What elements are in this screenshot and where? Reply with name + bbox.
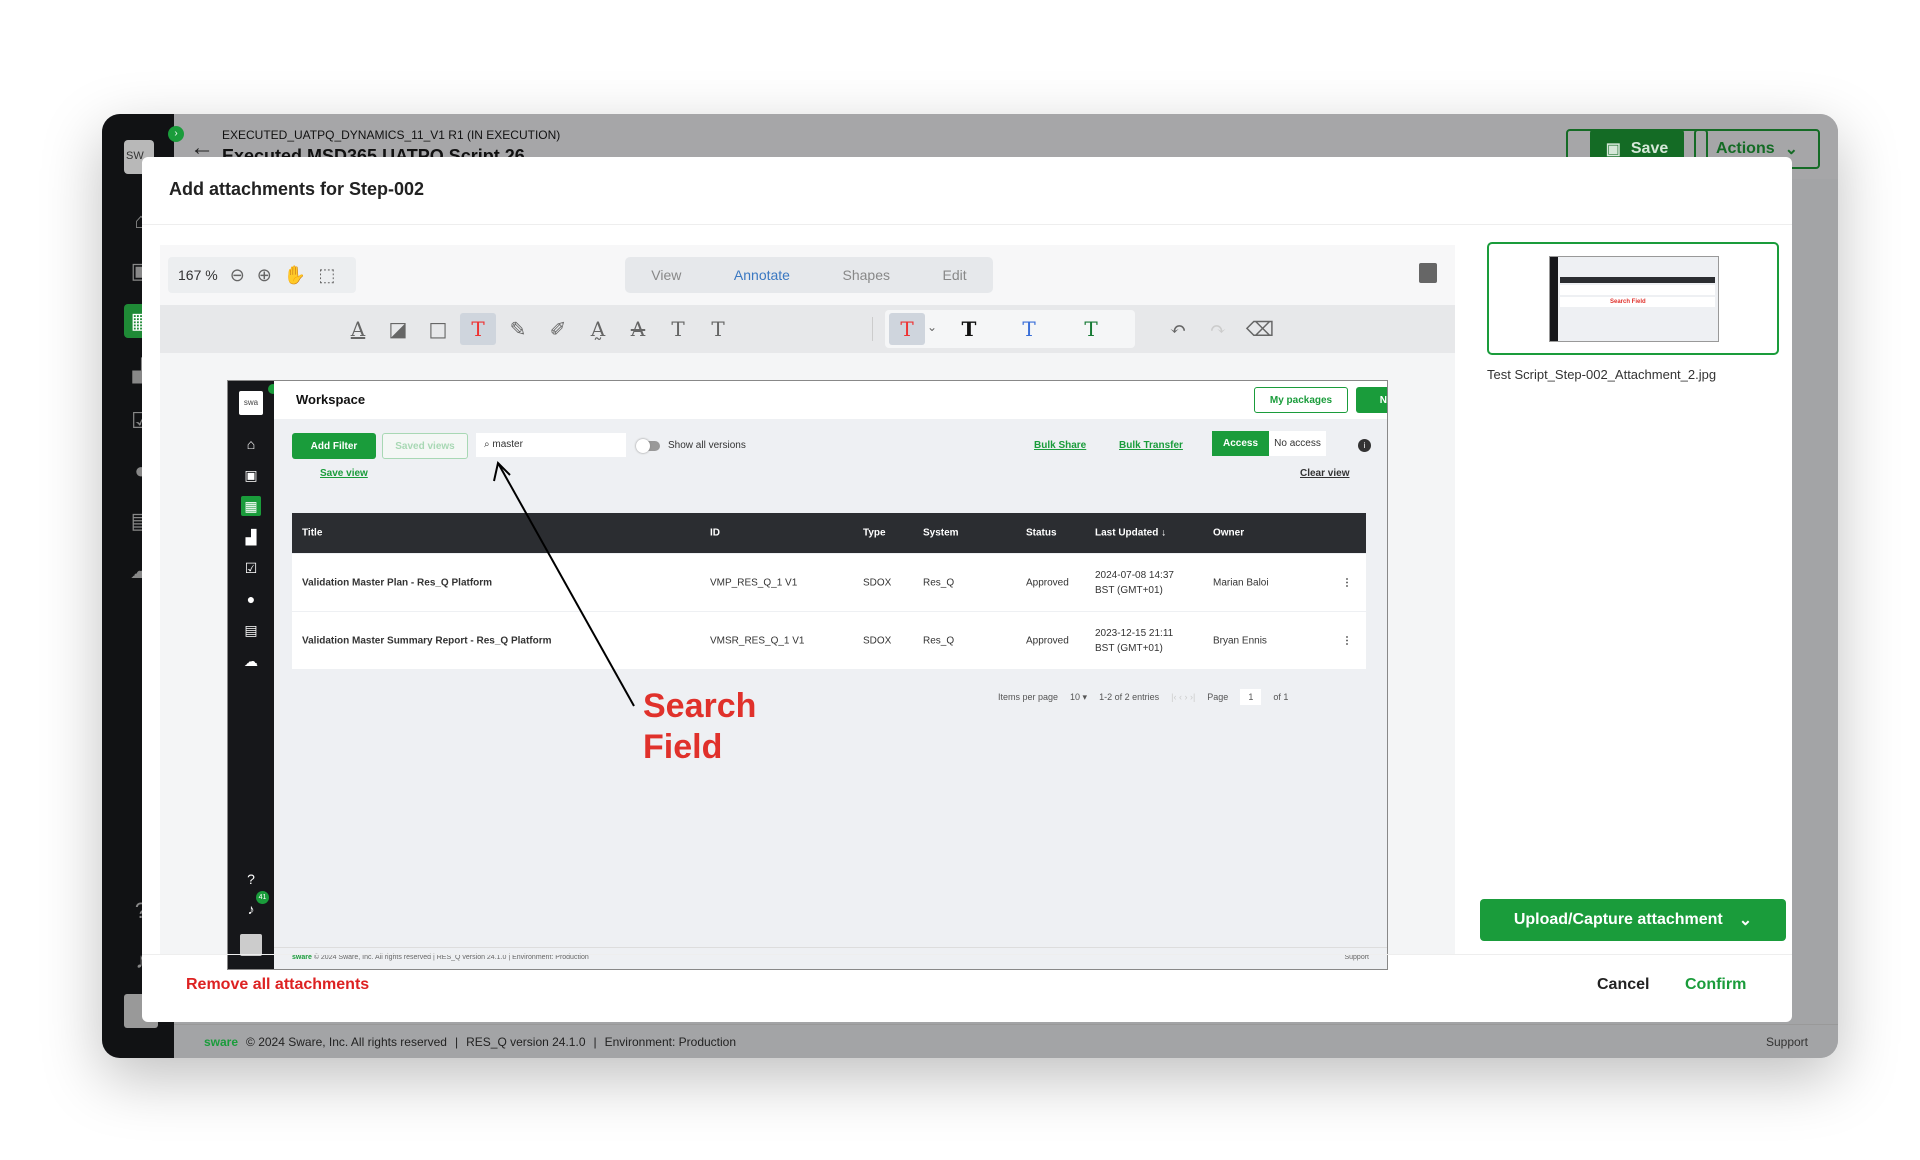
save-icon[interactable] xyxy=(1419,263,1437,283)
confirm-button[interactable]: Confirm xyxy=(1685,976,1746,994)
cancel-button[interactable]: Cancel xyxy=(1597,976,1649,994)
text-color-red-icon[interactable]: T xyxy=(889,313,925,345)
thumb-row xyxy=(1560,285,1715,295)
save-disk-icon: ▣ xyxy=(1605,141,1621,158)
marquee-select-icon[interactable]: ⬚ xyxy=(318,265,335,286)
copyright: © 2024 Sware, Inc. All rights reserved xyxy=(246,1034,447,1049)
rectangle-icon[interactable]: □ xyxy=(420,313,456,345)
document-id: EXECUTED_UATPQ_DYNAMICS_11_V1 R1 (IN EXE… xyxy=(222,128,561,142)
eraser-icon[interactable]: ⌫ xyxy=(1242,313,1278,345)
sware-logo: sware xyxy=(204,1034,239,1049)
upload-capture-button[interactable]: Upload/Capture attachment ⌄ xyxy=(1480,899,1786,941)
environment: Environment: Production xyxy=(604,1034,737,1049)
annotation-arrow[interactable] xyxy=(228,381,1388,970)
text-insert-icon[interactable]: T xyxy=(660,313,696,345)
text-box-icon[interactable]: ◪ xyxy=(380,313,416,345)
text-color-green-icon[interactable]: T xyxy=(1073,313,1109,345)
zoom-controls: 167 % ⊖ ⊕ ✋ ⬚ xyxy=(168,257,356,293)
attachment-filename: Test Script_Step-002_Attachment_2.jpg xyxy=(1487,367,1717,382)
text-color-black-icon[interactable]: T xyxy=(951,313,987,345)
tab-annotate[interactable]: Annotate xyxy=(734,267,790,283)
mode-tabs: View Annotate Shapes Edit xyxy=(625,257,993,293)
attachment-thumbnail[interactable]: Search Field xyxy=(1487,242,1779,355)
pan-hand-icon[interactable]: ✋ xyxy=(284,265,306,286)
version: RES_Q version 24.1.0 xyxy=(466,1034,586,1049)
modal-footer: Remove all attachments Cancel Confirm xyxy=(142,954,1792,1022)
thumbnail-image: Search Field xyxy=(1549,256,1719,342)
squiggly-icon[interactable]: A̰ xyxy=(580,313,616,345)
zoom-in-icon[interactable]: ⊕ xyxy=(257,265,272,286)
text-replace-icon[interactable]: T xyxy=(700,313,736,345)
undo-icon[interactable]: ↶ xyxy=(1160,313,1196,345)
annotation-line-2: Field xyxy=(643,728,723,766)
annotation-text[interactable]: Search Field xyxy=(643,686,756,768)
viewer-toolbar: 167 % ⊖ ⊕ ✋ ⬚ View Annotate Shapes Edit xyxy=(160,245,1455,305)
actions-label: Actions xyxy=(1715,140,1775,157)
chevron-down-icon[interactable]: ⌄ xyxy=(927,320,937,334)
highlighter-icon[interactable]: ✎ xyxy=(500,313,536,345)
annotation-toolbar: A ◪ □ T ✎ ✐ A̰ A T T T ⌄ T T T ↶ ↷ ⌫ xyxy=(160,305,1455,353)
text-underline-icon[interactable]: A xyxy=(340,313,376,345)
pen-icon[interactable]: ✐ xyxy=(540,313,576,345)
remove-all-attachments-button[interactable]: Remove all attachments xyxy=(186,976,369,994)
attachment-image[interactable]: swa ⌂ ▣ ▦ ▟ ☑ ● ▤ ☁ ? ♪ 41 Workspace My … xyxy=(227,380,1388,970)
text-style-presets: T ⌄ T T T xyxy=(885,310,1135,348)
upload-label: Upload/Capture attachment xyxy=(1513,911,1723,928)
thumb-table-header xyxy=(1560,277,1715,283)
zoom-out-icon[interactable]: ⊖ xyxy=(230,265,245,286)
text-color-blue-icon[interactable]: T xyxy=(1011,313,1047,345)
app-footer: sware © 2024 Sware, Inc. All rights rese… xyxy=(174,1024,1838,1058)
thumb-annotation: Search Field xyxy=(1610,299,1646,305)
add-attachments-modal: Add attachments for Step-002 167 % ⊖ ⊕ ✋… xyxy=(142,157,1792,1022)
chevron-down-icon: ⌄ xyxy=(1784,141,1799,158)
chevron-down-icon: ⌄ xyxy=(1738,912,1753,929)
annotation-line-1: Search xyxy=(643,687,757,725)
arrow-line xyxy=(497,462,635,707)
modal-title: Add attachments for Step-002 xyxy=(142,157,1792,225)
support-link[interactable]: Support xyxy=(1766,1035,1808,1049)
expand-sidebar-icon[interactable]: › xyxy=(168,126,184,142)
toolbar-divider xyxy=(872,317,873,341)
free-text-icon[interactable]: T xyxy=(460,313,496,345)
tab-view[interactable]: View xyxy=(651,267,681,283)
save-label: Save xyxy=(1630,140,1669,157)
image-annotation-viewer: 167 % ⊖ ⊕ ✋ ⬚ View Annotate Shapes Edit … xyxy=(160,245,1455,970)
strikeout-icon[interactable]: A xyxy=(620,313,656,345)
tab-edit[interactable]: Edit xyxy=(943,267,967,283)
thumb-sidebar xyxy=(1550,257,1558,341)
zoom-level-select[interactable]: 167 % xyxy=(178,267,218,283)
redo-icon[interactable]: ↷ xyxy=(1200,313,1236,345)
tab-shapes[interactable]: Shapes xyxy=(843,267,890,283)
